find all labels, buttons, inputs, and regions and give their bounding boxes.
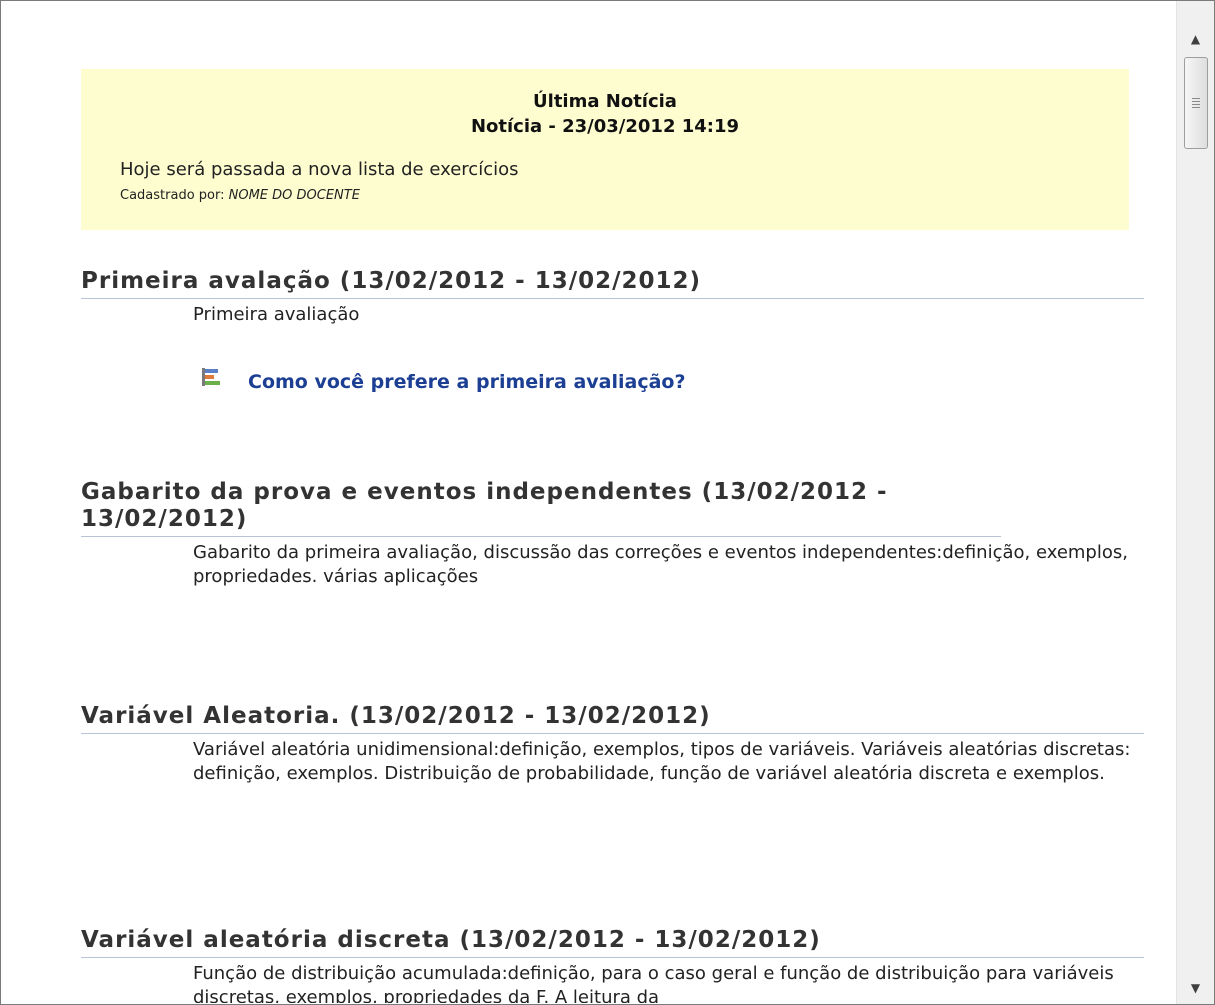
news-date: Notícia - 23/03/2012 14:19	[470, 116, 740, 137]
topic-description: Função de distribuição acumulada:definiç…	[193, 963, 1114, 1003]
latest-news-box: Última Notícia Notícia - 23/03/2012 14:1…	[81, 69, 1129, 230]
topic-section: Gabarito da prova e eventos independente…	[81, 479, 1144, 589]
scroll-down-arrow-icon[interactable]: ▼	[1177, 972, 1214, 1004]
topic-section: Variável Aleatoria. (13/02/2012 - 13/02/…	[81, 703, 1144, 786]
topic-description: Gabarito da primeira avaliação, discussã…	[193, 542, 1128, 587]
news-author: Cadastrado por: NOME DO DOCENTE	[120, 188, 360, 203]
grip-icon	[1192, 96, 1200, 110]
topic-section: Variável aleatória discreta (13/02/2012 …	[81, 927, 1144, 1003]
news-text: Hoje será passada a nova lista de exercí…	[120, 159, 519, 180]
news-author-name: NOME DO DOCENTE	[228, 188, 360, 203]
topic-title: Variável Aleatoria. (13/02/2012 - 13/02/…	[81, 703, 1144, 734]
news-author-label: Cadastrado por:	[120, 188, 225, 203]
vertical-scrollbar[interactable]: ▲ ▼	[1176, 1, 1214, 1004]
topic-title: Gabarito da prova e eventos independente…	[81, 479, 1001, 537]
survey-link-row[interactable]: Como você prefere a primeira avaliação?	[201, 367, 686, 397]
topic-description: Variável aleatória unidimensional:defini…	[193, 739, 1131, 784]
browser-window: Última Notícia Notícia - 23/03/2012 14:1…	[0, 0, 1215, 1005]
topic-section: Primeira avalação (13/02/2012 - 13/02/20…	[81, 268, 1144, 327]
survey-link[interactable]: Como você prefere a primeira avaliação?	[248, 371, 686, 393]
news-heading: Última Notícia	[533, 91, 677, 112]
topic-title: Variável aleatória discreta (13/02/2012 …	[81, 927, 1144, 958]
scrollbar-thumb[interactable]	[1184, 57, 1208, 149]
page-content: Última Notícia Notícia - 23/03/2012 14:1…	[2, 2, 1175, 1003]
topic-description: Primeira avaliação	[193, 304, 360, 325]
bar-chart-icon	[202, 368, 220, 386]
topic-title: Primeira avalação (13/02/2012 - 13/02/20…	[81, 268, 1144, 299]
scroll-up-arrow-icon[interactable]: ▲	[1177, 23, 1214, 55]
